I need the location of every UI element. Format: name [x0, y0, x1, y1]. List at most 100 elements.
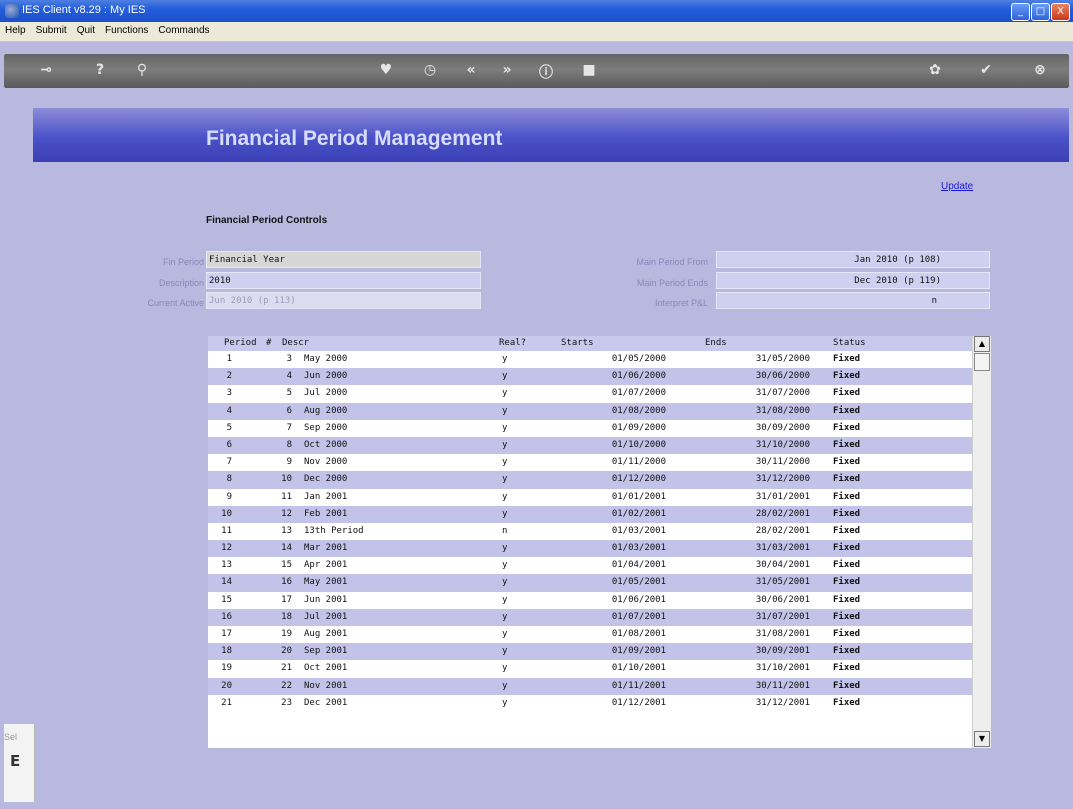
- scroll-up-button[interactable]: ▲: [974, 336, 990, 352]
- row-descr: Oct 2001: [304, 663, 348, 674]
- row-starts: 01/08/2000: [611, 405, 666, 416]
- row-status: Fixed: [833, 474, 861, 485]
- table-row[interactable]: 11 13 13th Period n 01/03/2001 28/02/2001 Fixe…: [208, 522, 972, 541]
- row-starts: 01/03/2001: [611, 543, 666, 554]
- row-starts: 01/10/2000: [611, 439, 666, 450]
- table-row[interactable]: 10 12 Feb 2001 y 01/02/2001 28/02/2001 Fixed: [208, 505, 972, 523]
- interpret-pl-label: Interpret P&L: [654, 298, 708, 308]
- table-row[interactable]: 5 7 Sep 2000 y 01/09/2000 30/09/2000 Fixed: [208, 419, 972, 437]
- row-ends: 30/06/2001: [755, 594, 810, 605]
- row-starts: 01/06/2001: [611, 594, 666, 605]
- table-row[interactable]: 21 23 Dec 2001 y 01/12/2001 31/12/2001 Fixed: [208, 694, 972, 712]
- row-real: y: [502, 611, 508, 622]
- menu-help[interactable]: Help: [0, 22, 31, 36]
- row-real: n: [502, 525, 508, 536]
- table-row[interactable]: 12 14 Mar 2001 y 01/03/2001 31/03/2001 Fixed: [208, 540, 972, 558]
- row-status: Fixed: [833, 629, 861, 639]
- window-title: IES Client v8.29 : My IES: [22, 4, 146, 16]
- current-active-field[interactable]: Jun 2010 (p 113): [206, 292, 481, 309]
- update-link[interactable]: Update: [941, 181, 973, 192]
- row-starts: 01/06/2000: [611, 371, 666, 382]
- description-field[interactable]: 2010: [206, 272, 481, 289]
- col-descr[interactable]: Descr: [282, 338, 309, 348]
- row-real: y: [502, 405, 508, 416]
- rewind-icon[interactable]: «: [459, 62, 483, 78]
- row-ends: 31/10/2001: [755, 663, 810, 674]
- scroll-down-button[interactable]: ▼: [974, 731, 990, 747]
- table-row[interactable]: 2 4 Jun 2000 y 01/06/2000 30/06/2000 Fixed: [208, 368, 972, 386]
- col-real[interactable]: Real?: [499, 338, 526, 348]
- minimize-button[interactable]: _: [1011, 3, 1030, 21]
- table-row[interactable]: 3 5 Jul 2000 y 01/07/2000 31/07/2000 Fixed: [208, 385, 972, 403]
- interpret-pl-field[interactable]: n: [716, 292, 990, 309]
- row-period: 20: [281, 646, 292, 657]
- check-icon[interactable]: ✔: [974, 62, 998, 78]
- table-row[interactable]: 13 15 Apr 2001 y 01/04/2001 30/04/2001 Fixed: [208, 557, 972, 575]
- table-row[interactable]: 7 9 Nov 2000 y 01/11/2000 30/11/2000 Fixed: [208, 454, 972, 472]
- scroll-thumb[interactable]: [974, 353, 990, 371]
- table-row[interactable]: 20 22 Nov 2001 y 01/11/2001 30/11/2001 Fixed: [208, 677, 972, 695]
- close-button[interactable]: X: [1051, 3, 1070, 21]
- table-row[interactable]: 14 16 May 2001 y 01/05/2001 31/05/2001 Fixed: [208, 574, 972, 592]
- info-icon[interactable]: ⓘ: [534, 62, 558, 82]
- back-key-icon[interactable]: ⊸: [34, 62, 58, 78]
- row-index: 7: [226, 457, 232, 468]
- fast-forward-icon[interactable]: »: [495, 62, 519, 78]
- table-scrollbar[interactable]: ▲ ▼: [972, 336, 991, 748]
- menu-quit[interactable]: Quit: [72, 22, 100, 36]
- palette-icon[interactable]: ✿: [923, 62, 947, 78]
- row-real: y: [502, 491, 508, 502]
- row-index: 4: [226, 405, 232, 416]
- col-starts[interactable]: Starts: [561, 338, 594, 348]
- search-icon[interactable]: ⚲: [130, 62, 154, 78]
- row-ends: 30/09/2001: [755, 646, 810, 657]
- side-panel-letter: E: [10, 752, 21, 770]
- row-ends: 31/05/2000: [755, 354, 810, 364]
- row-period: 11: [281, 491, 292, 502]
- table-row[interactable]: 4 6 Aug 2000 y 01/08/2000 31/08/2000 Fixed: [208, 402, 972, 420]
- col-period[interactable]: Period: [224, 338, 257, 348]
- maximize-button[interactable]: □: [1031, 3, 1050, 21]
- row-starts: 01/09/2000: [611, 422, 666, 433]
- clock-icon[interactable]: ◷: [418, 62, 442, 78]
- table-row[interactable]: 19 21 Oct 2001 y 01/10/2001 31/10/2001 Fixed: [208, 660, 972, 678]
- main-period-ends-field[interactable]: Dec 2010 (p 119): [716, 272, 990, 289]
- row-status: Fixed: [833, 491, 861, 502]
- stop-icon[interactable]: ■: [577, 62, 601, 78]
- table-row[interactable]: 1 3 May 2000 y 01/05/2000 31/05/2000 Fixed: [208, 351, 972, 369]
- col-status[interactable]: Status: [833, 338, 866, 348]
- menu-functions[interactable]: Functions: [100, 22, 153, 36]
- section-title: Financial Period Controls: [206, 215, 328, 226]
- menu-submit[interactable]: Submit: [31, 22, 72, 36]
- table-row[interactable]: 16 18 Jul 2001 y 01/07/2001 31/07/2001 Fixed: [208, 608, 972, 626]
- table-row[interactable]: 15 17 Jun 2001 y 01/06/2001 30/06/2001 Fixed: [208, 591, 972, 609]
- fin-period-field[interactable]: Financial Year: [206, 251, 481, 268]
- table-row[interactable]: 6 8 Oct 2000 y 01/10/2000 31/10/2000 Fixed: [208, 436, 972, 455]
- row-starts: 01/12/2000: [611, 474, 666, 485]
- col-ends[interactable]: Ends: [705, 338, 727, 348]
- heart-icon[interactable]: ♥: [374, 62, 398, 78]
- fin-period-label: Fin Period: [162, 257, 204, 267]
- row-index: 11: [221, 525, 232, 536]
- table-row[interactable]: 9 11 Jan 2001 y 01/01/2001 31/01/2001 Fixed: [208, 488, 972, 506]
- table-row[interactable]: 18 20 Sep 2001 y 01/09/2001 30/09/2001 Fixed: [208, 643, 972, 661]
- row-descr: Aug 2000: [304, 405, 348, 416]
- row-real: y: [502, 388, 508, 399]
- row-status: Fixed: [833, 680, 861, 691]
- row-real: y: [502, 371, 508, 382]
- help-icon[interactable]: ?: [88, 62, 112, 78]
- row-ends: 31/01/2001: [755, 491, 810, 502]
- table-row[interactable]: 17 19 Aug 2001 y 01/08/2001 31/08/2001 Fixed: [208, 626, 972, 644]
- main-period-from-field[interactable]: Jan 2010 (p 108): [716, 251, 990, 268]
- row-ends: 31/12/2001: [755, 697, 810, 708]
- close-icon[interactable]: ⊗: [1028, 62, 1052, 78]
- row-index: 2: [226, 371, 232, 382]
- row-ends: 31/12/2000: [755, 474, 810, 485]
- table-row[interactable]: 8 10 Dec 2000 y 01/12/2000 31/12/2000 Fixed: [208, 471, 972, 489]
- row-real: y: [502, 594, 508, 605]
- col-num[interactable]: #: [266, 338, 271, 348]
- row-starts: 01/11/2001: [611, 680, 666, 691]
- row-descr: Nov 2000: [304, 457, 348, 468]
- row-descr: Jun 2001: [304, 594, 348, 605]
- menu-commands[interactable]: Commands: [153, 22, 214, 36]
